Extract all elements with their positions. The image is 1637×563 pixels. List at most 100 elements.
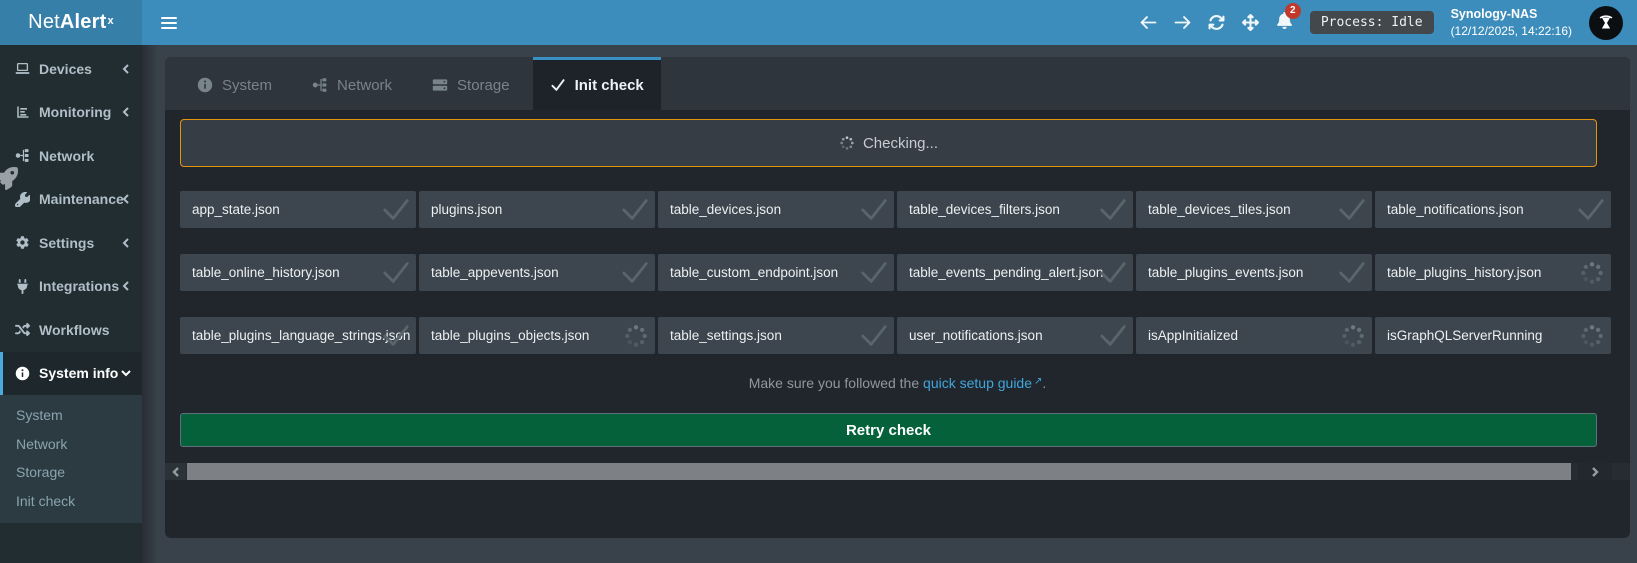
quick-setup-guide-link[interactable]: quick setup guide↗ [923,375,1042,391]
chevron-left-icon [121,107,131,117]
brand-bold: Alert [60,11,107,34]
tab-bar: System Network Storage Init check [165,57,1630,110]
check-cell-label: table_devices_filters.json [909,202,1060,217]
check-icon [1098,259,1128,286]
check-cell: table_settings.json [658,317,894,354]
app-logo[interactable]: NetAlertx [0,0,142,45]
note-suffix: . [1042,375,1046,391]
sidebar-item-label: Maintenance [39,191,124,207]
notifications-button[interactable]: 2 [1276,12,1293,34]
check-cell-label: table_plugins_objects.json [431,328,589,343]
sidebar-item-workflows[interactable]: Workflows [0,308,142,352]
submenu-item[interactable]: Init check [0,487,142,516]
laptop-icon [15,61,30,76]
system-info-submenu: System Network Storage Init check [0,395,142,523]
notification-count-badge: 2 [1285,3,1301,19]
chevron-left-icon [171,467,181,477]
chevron-left-icon [121,281,131,291]
check-cell-label: isGraphQLServerRunning [1387,328,1542,343]
spinner-icon [623,323,649,349]
move-icon[interactable] [1242,14,1259,31]
network-icon [312,77,328,93]
chevron-left-icon [121,194,131,204]
submenu-item[interactable]: Storage [0,458,142,487]
tab-label: Storage [457,77,510,94]
sidebar-item-maintenance[interactable]: Maintenance [0,178,142,222]
check-cell-label: table_online_history.json [192,265,340,280]
host-name: Synology-NAS [1451,6,1572,23]
check-cell: table_online_history.json [180,254,416,291]
scroll-right-button[interactable] [1578,463,1612,480]
spinner-icon [1579,323,1605,349]
forward-icon[interactable] [1174,14,1191,31]
check-cell: user_notifications.json [897,317,1133,354]
sidebar-item-integrations[interactable]: Integrations [0,265,142,309]
tab-label: Network [337,77,392,94]
sidebar-item-system-info[interactable]: System info [0,352,142,396]
check-icon [381,196,411,223]
submenu-item[interactable]: System [0,401,142,430]
check-cell-label: table_devices.json [670,202,781,217]
sidebar-item-settings[interactable]: Settings [0,221,142,265]
check-cell-label: plugins.json [431,202,502,217]
check-icon [550,77,566,93]
sidebar-item-label: Settings [39,235,94,251]
init-check-grid: app_state.json plugins.json table_device… [180,191,1614,354]
submenu-item[interactable]: Network [0,430,142,459]
sidebar: Devices Monitoring Network Maintenance S… [0,45,142,563]
submenu-item-label: Network [16,436,67,452]
note-prefix: Make sure you followed the [749,375,923,391]
sidebar-item-monitoring[interactable]: Monitoring [0,91,142,135]
check-cell-label: table_custom_endpoint.json [670,265,838,280]
check-cell: table_events_pending_alert.json [897,254,1133,291]
tab-storage[interactable]: Storage [415,57,527,110]
host-time: (12/12/2025, 14:22:16) [1451,23,1572,39]
check-cell: table_devices_tiles.json [1136,191,1372,228]
process-status-badge: Process: Idle [1310,11,1434,34]
chart-icon [15,105,30,120]
check-icon [620,196,650,223]
refresh-icon[interactable] [1208,14,1225,31]
chevron-right-icon [1590,467,1600,477]
server-icon [432,77,448,93]
tab-network[interactable]: Network [295,57,409,110]
app-window: NetAlertx 2 Process: Idle Synology-NAS (… [0,0,1637,563]
check-cell: app_state.json [180,191,416,228]
sidebar-item-devices[interactable]: Devices [0,47,142,91]
rocket-icon[interactable] [0,167,18,190]
avatar[interactable] [1589,6,1623,40]
check-cell-label: table_devices_tiles.json [1148,202,1291,217]
check-cell-label: table_plugins_events.json [1148,265,1303,280]
network-icon [15,148,30,163]
sidebar-item-label: Integrations [39,278,119,294]
plug-icon [15,279,30,294]
avatar-glyph-icon [1595,12,1617,34]
external-link-icon: ↗ [1034,376,1042,387]
check-icon [381,322,411,349]
tab-label: System [222,77,272,94]
check-cell-label: table_settings.json [670,328,782,343]
check-cell-label: table_plugins_history.json [1387,265,1541,280]
check-cell-label: table_notifications.json [1387,202,1524,217]
scroll-left-button[interactable] [165,463,186,480]
tab-init-check[interactable]: Init check [533,57,661,110]
spinner-icon [1579,260,1605,286]
check-cell: table_plugins_history.json [1375,254,1611,291]
check-icon [859,259,889,286]
check-cell-label: app_state.json [192,202,280,217]
tab-system[interactable]: System [180,57,289,110]
sidebar-item-label: Workflows [39,322,110,338]
check-cell: table_plugins_objects.json [419,317,655,354]
back-icon[interactable] [1140,14,1157,31]
hamburger-icon[interactable] [152,0,186,45]
check-icon [1337,259,1367,286]
checking-label: Checking... [863,135,938,152]
check-cell: table_devices.json [658,191,894,228]
retry-check-button[interactable]: Retry check [180,413,1597,447]
brand-prefix: Net [28,11,60,34]
check-cell-label: user_notifications.json [909,328,1043,343]
scrollbar-thumb[interactable] [187,463,1571,480]
spinner-icon [1340,323,1366,349]
check-cell: plugins.json [419,191,655,228]
sidebar-item-network[interactable]: Network [0,134,142,178]
